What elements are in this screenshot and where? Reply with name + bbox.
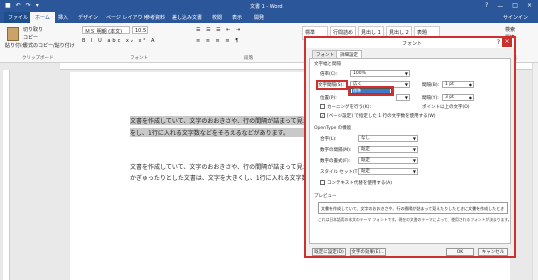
dialog-title-bar: フォント ? × [306,38,514,48]
paragraph-group-label: 段落 [244,56,253,61]
kerning-label: カーニングを行う(K): [327,105,371,110]
document-line: をし、1行に入れる文字数などをそろえるなどがあります。 [130,128,306,137]
preview-box: 文書を作成していて、文字のおおきさや、行の間隔が詰まって見えたりしたときに文書を… [318,202,508,214]
tab-developer[interactable]: 開発 [254,14,264,21]
spinner-icon: ◆ [468,82,472,87]
customize-icon[interactable]: ▾ [36,2,39,9]
stylistic-sets-value: 既定 [361,169,370,174]
font-size-select[interactable]: 10.5 [132,26,148,34]
scale-label: 倍率(C): [320,72,338,77]
cut-button[interactable]: 切り取り [23,26,43,33]
tab-references[interactable]: 参考資料 [145,14,165,21]
scale-value: 100% [353,71,366,76]
ligatures-label: 合字(L): [320,137,337,142]
position-select[interactable]: ▼ [396,94,410,101]
kerning-checkbox[interactable] [320,104,325,109]
dialog-close-button[interactable]: × [502,38,512,47]
spacing-width-value: 1 pt [445,82,454,87]
chevron-down-icon: ▼ [412,136,416,141]
scale-select[interactable]: 100% ▼ [350,70,410,77]
spinner-icon: ◆ [468,95,472,100]
quick-access-toolbar: ■ ↶ ↷ ▾ [5,2,39,9]
ligatures-select[interactable]: なし ▼ [358,135,418,142]
font-name-select[interactable]: ＭＳ 明朝 (本文) [82,26,130,35]
chevron-down-icon: ▼ [404,82,408,87]
text-effects-button[interactable]: 文字の効果(E)... [350,248,386,256]
close-button[interactable]: × [527,2,532,11]
number-forms-label: 数字の書式(F): [320,159,351,164]
chevron-down-icon: ▼ [404,95,408,100]
clipboard-group-label: クリップボード [22,56,54,61]
position-width-label: 間隔(Y): [422,96,439,101]
ok-button[interactable]: OK [446,248,474,256]
tab-view[interactable]: 表示 [232,14,242,21]
tab-file[interactable]: ファイル [4,12,33,23]
ribbon-tabs: ファイル ホーム 挿入 デザイン ページ レイアウト 参考資料 差し込み文書 校… [0,12,538,23]
theme-font-note: これは日本語用の本文のテーマ フォントです。現在の文書のテーマによって、使用され… [318,217,512,222]
font-group-label: フォント [130,56,148,61]
tab-design[interactable]: デザイン [78,14,98,21]
grid-checkbox[interactable]: ✓ [320,113,325,118]
list-icons[interactable]: ☰ ☰ ☰ ⇤ ⇥ [196,27,242,33]
contextual-label: コンテキスト代替を使用する(A) [327,181,392,186]
title-bar: ■ ↶ ↷ ▾ 文書 1 - Word ? ー □ × [0,0,538,12]
paste-button[interactable]: 貼り付け [5,42,25,49]
preview-section-label: プレビュー [314,194,337,199]
number-spacing-select[interactable]: 既定 ▼ [358,146,418,153]
position-width-value: 3 pt [445,95,454,100]
vertical-scrollbar[interactable] [532,63,538,280]
number-forms-select[interactable]: 既定 ▼ [358,157,418,164]
dialog-title: フォント [402,41,423,47]
position-label: 位置(P): [320,96,337,101]
chevron-down-icon: ▼ [412,158,416,163]
minimize-button[interactable]: ー [497,2,503,11]
tab-review[interactable]: 校閲 [212,14,222,21]
position-width-input[interactable]: 3 pt ◆ [442,94,474,101]
kerning-suffix: ポイント以上の文字(O) [422,105,470,110]
stylistic-sets-label: スタイル セット(T): [320,170,361,175]
spacing-label: 文字間隔(S): [318,83,344,88]
cancel-button[interactable]: キャンセル [478,248,508,256]
font-dialog: フォント ? × フォント 詳細設定 文字幅と間隔 倍率(C): 100% ▼ 文… [304,36,516,258]
dropdown-highlight [348,86,394,96]
chevron-down-icon: ▼ [412,169,416,174]
tab-home[interactable]: ホーム [30,12,55,23]
find-button[interactable]: 検索 [505,26,515,33]
paste-icon[interactable] [7,27,19,41]
number-spacing-label: 数字の間隔(M): [320,148,352,153]
format-painter-button[interactable]: 書式のコピー/貼り付け [23,42,75,49]
stylistic-sets-select[interactable]: 既定 ▼ [358,168,418,175]
chevron-down-icon: ▼ [404,71,408,76]
chevron-down-icon: ▼ [412,147,416,152]
tab-mailings[interactable]: 差し込み文書 [172,14,202,21]
dialog-body: 文字幅と間隔 倍率(C): 100% ▼ 文字間隔(S): 広く ▼ 間隔(B): … [309,58,512,244]
tab-insert[interactable]: 挿入 [58,14,68,21]
set-default-button[interactable]: 既定に設定(D) [312,248,346,256]
number-forms-value: 既定 [361,158,370,163]
ligatures-value: なし [361,136,370,141]
help-icon[interactable]: ? [485,2,488,11]
spacing-width-label: 間隔(B): [422,83,440,88]
opentype-section-label: OpenType の機能 [314,126,352,131]
font-format-icons[interactable]: B I U abc x₂ x² A [82,38,156,44]
grid-label: [ページ設定] で指定した 1 行の文字数を使用する(W) [327,114,436,119]
save-icon[interactable]: ■ [5,2,11,9]
sign-in-link[interactable]: サインイン [503,14,528,21]
copy-button[interactable]: コピー [23,34,38,41]
redo-icon[interactable]: ↷ [26,2,31,9]
dialog-help-icon[interactable]: ? [497,39,500,46]
number-spacing-value: 既定 [361,147,370,152]
maximize-button[interactable]: □ [512,2,518,11]
align-icons[interactable]: ≡ ≡ ≡ ≡ ¶ [196,38,240,44]
tab-page-layout[interactable]: ページ レイアウト [106,14,148,21]
contextual-checkbox[interactable] [320,180,325,185]
window-title: 文書 1 - Word [250,4,283,10]
undo-icon[interactable]: ↶ [16,2,21,9]
spacing-width-input[interactable]: 1 pt ◆ [442,81,474,88]
window-controls: ? ー □ × [485,2,532,11]
vertical-ruler [3,70,10,280]
spacing-section-label: 文字幅と間隔 [314,62,341,67]
